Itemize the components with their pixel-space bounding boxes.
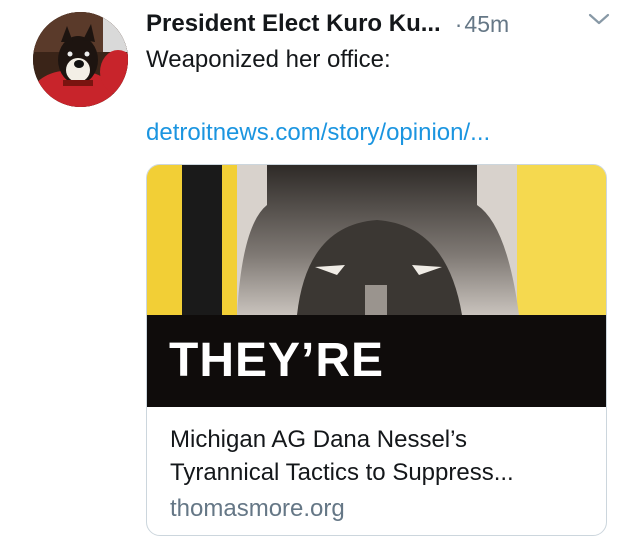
- tweet-link[interactable]: detroitnews.com/story/opinion/...: [146, 117, 490, 149]
- card-domain: thomasmore.org: [170, 495, 345, 522]
- card-image-text: THEY’RE: [169, 334, 385, 387]
- card-title-line: Michigan AG Dana Nessel’s: [170, 426, 468, 453]
- tweet-header: President Elect Kuro Ku... · 45m: [146, 8, 616, 40]
- chevron-down-icon: [588, 13, 610, 25]
- display-name[interactable]: President Elect Kuro Ku...: [146, 10, 441, 38]
- card-title: Michigan AG Dana Nessel’s Tyrannical Tac…: [170, 423, 600, 489]
- timestamp[interactable]: 45m: [464, 11, 509, 38]
- tweet-text: Weaponized her office:: [146, 46, 391, 73]
- time-separator: ·: [454, 10, 463, 37]
- card-image: THEY’RE: [147, 165, 606, 407]
- tweet-menu-button[interactable]: [586, 10, 612, 28]
- dog-avatar-icon: [33, 12, 128, 107]
- link-preview-card[interactable]: THEY’RE Michigan AG Dana Nessel’s Tyrann…: [146, 164, 607, 536]
- avatar[interactable]: [33, 12, 128, 107]
- card-title-line: Tyrannical Tactics to Suppress...: [170, 459, 514, 486]
